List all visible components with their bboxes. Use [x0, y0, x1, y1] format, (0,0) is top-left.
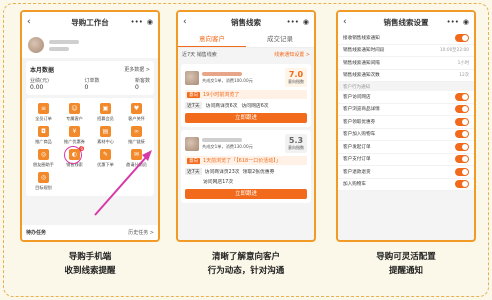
- visit-stat: 访问商详页6次: [205, 104, 238, 109]
- stat-value: 0: [134, 84, 139, 91]
- setting-row[interactable]: 销售线索通知次数 12次: [338, 69, 474, 82]
- coupon-stat: 领取2张优惠券: [242, 170, 275, 175]
- filter-row: 近7天 销售线索 线索通知设置 >: [178, 48, 314, 61]
- tool-item[interactable]: ◎ 朋友圈助手: [29, 149, 58, 168]
- lead-meta: 共成交1单，消费100.00元: [202, 77, 253, 83]
- moments-icon: ◎: [38, 149, 49, 160]
- toggle-switch[interactable]: [455, 117, 469, 126]
- stat-label: 新客数: [134, 78, 150, 84]
- stat-label: 订单数: [84, 78, 100, 84]
- tab-bar: 意向客户 成交记录: [178, 32, 314, 48]
- shop-stat: 访问网店17次: [203, 180, 234, 185]
- tool-item[interactable]: ◎ 目标规划: [29, 172, 58, 191]
- stat-value: 0.00: [30, 84, 44, 91]
- lead-alert: 意向 1天前浏览了「【618一口价活动】」: [185, 156, 307, 165]
- nav-bar: ‹ 销售线索设置 ••• ◉: [338, 12, 474, 32]
- heart-icon: ♥: [131, 103, 142, 114]
- period-chip: 近7天: [185, 168, 202, 175]
- tab-intent-customers[interactable]: 意向客户: [178, 32, 246, 47]
- list-icon: ≡: [38, 103, 49, 114]
- section-label: 客户行为通知: [343, 85, 370, 90]
- avatar: [185, 136, 199, 151]
- stats-title: 本月数据: [30, 67, 55, 74]
- caption-1: 导购手机端 收到线索提醒: [64, 252, 116, 276]
- toggle-switch[interactable]: [455, 155, 469, 164]
- tool-item[interactable]: ♥ 客户关怀: [122, 103, 151, 122]
- lead-meta: 共成交1单，消费130.00元: [202, 143, 253, 149]
- lead-alert: 意向 19小时前浏览了: [185, 90, 307, 99]
- toggle-switch[interactable]: [455, 33, 469, 42]
- toggle-switch[interactable]: [455, 92, 469, 101]
- page-title: 销售线索设置: [383, 17, 429, 27]
- target-plan-icon: ◎: [38, 172, 49, 183]
- todo-bar: 待办任务 历史任务 >: [22, 225, 158, 240]
- profile-card: [22, 32, 158, 58]
- follow-up-button[interactable]: 立即跟进: [185, 113, 307, 123]
- setting-row: 客户访问网店: [338, 91, 474, 104]
- follow-up-button[interactable]: 立即跟进: [185, 189, 307, 199]
- history-link[interactable]: 历史任务 >: [128, 229, 154, 236]
- phone-sales-leads: ‹ 销售线索 ••• ◉ 意向客户 成交记录 近7天 销售线索 线索通知设置 > …: [176, 10, 316, 242]
- setting-row[interactable]: 销售线索通知时间段 10:00至22:00: [338, 44, 474, 57]
- tool-item[interactable]: ≡ 全员订单: [29, 103, 58, 122]
- toggle-switch[interactable]: [455, 105, 469, 114]
- period-chip: 近7天: [185, 102, 202, 109]
- stat-label: 业绩(元): [30, 78, 49, 84]
- setting-row: 接收销售线索通知: [338, 32, 474, 45]
- toggle-switch[interactable]: [455, 167, 469, 176]
- link-icon: ∞: [131, 126, 142, 137]
- setting-row: 客户支付订单: [338, 153, 474, 166]
- coupon-icon: ¥: [69, 126, 80, 137]
- stat-value: 0: [84, 84, 89, 91]
- setting-row: 客户加入购物车: [338, 128, 474, 141]
- shop-stat: 访问网店6次: [241, 104, 269, 109]
- setting-row: 客户退款退货: [338, 166, 474, 179]
- caption-3: 导购可灵活配置 提醒通知: [376, 252, 436, 276]
- todo-label: 待办任务: [26, 230, 47, 236]
- more-data-link[interactable]: 更多数据 >: [124, 66, 150, 73]
- tab-deal-records[interactable]: 成交记录: [246, 32, 314, 47]
- tool-item[interactable]: ¥ 推广优惠券: [60, 126, 89, 145]
- visit-stat: 访问商详页23次: [204, 170, 240, 175]
- notify-settings-link[interactable]: 线索通知设置 >: [274, 51, 310, 58]
- nav-bar: ‹ 销售线索 ••• ◉: [178, 12, 314, 32]
- setting-row: 客户浏览商品详情: [338, 103, 474, 116]
- toggle-switch[interactable]: [455, 180, 469, 189]
- page-title: 导购工作台: [71, 17, 109, 27]
- intent-score: 7.0 意向指数: [285, 68, 307, 87]
- tool-item[interactable]: ☺ 专属客户: [60, 103, 89, 122]
- intent-score: 5.3 意向指数: [285, 134, 307, 153]
- tool-item-sales-leads[interactable]: ◐ 6 销售线索: [60, 146, 89, 168]
- nav-bar: ‹ 导购工作台 ••• ◉: [22, 12, 158, 32]
- pointer-arrow-icon: [94, 150, 152, 216]
- setting-row: 客户发起订单: [338, 141, 474, 154]
- page-title: 销售线索: [231, 17, 261, 27]
- bag-icon: ◘: [38, 126, 49, 137]
- setting-row: 客户领取优惠券: [338, 116, 474, 129]
- caption-2: 清晰了解意向客户 行为动态，针对沟通: [207, 252, 285, 276]
- leads-icon: ◐ 6: [69, 146, 84, 160]
- avatar: [28, 37, 44, 53]
- tool-item[interactable]: ▣ 招募会员: [91, 103, 120, 122]
- avatar: [185, 70, 199, 85]
- toggle-switch[interactable]: [455, 142, 469, 151]
- setting-row: 加入购物车: [338, 178, 474, 191]
- user-icon: ☺: [69, 103, 80, 114]
- tool-item[interactable]: ◘ 推广商品: [29, 126, 58, 145]
- toggle-switch[interactable]: [455, 130, 469, 139]
- lead-card: 共成交1单，消费100.00元 7.0 意向指数 意向 19小时前浏览了 近7天 访…: [181, 64, 311, 127]
- phone-lead-settings: ‹ 销售线索设置 ••• ◉ 接收销售线索通知 销售线索通知时间段 10:00至22…: [336, 10, 476, 242]
- setting-row[interactable]: 销售线索通知间隔 1小时: [338, 57, 474, 70]
- lead-card: 共成交1单，消费130.00元 5.3 意向指数 意向 1天前浏览了「【618一口价…: [181, 130, 311, 203]
- image-icon: ▤: [100, 126, 111, 137]
- badge: 6: [79, 146, 84, 151]
- card-icon: ▣: [100, 103, 111, 114]
- stats-card: 本月数据 更多数据 > 业绩(元) 0.00 订单数 0 新客数 0: [26, 61, 154, 95]
- filter-label: 近7天 销售线索: [182, 52, 217, 58]
